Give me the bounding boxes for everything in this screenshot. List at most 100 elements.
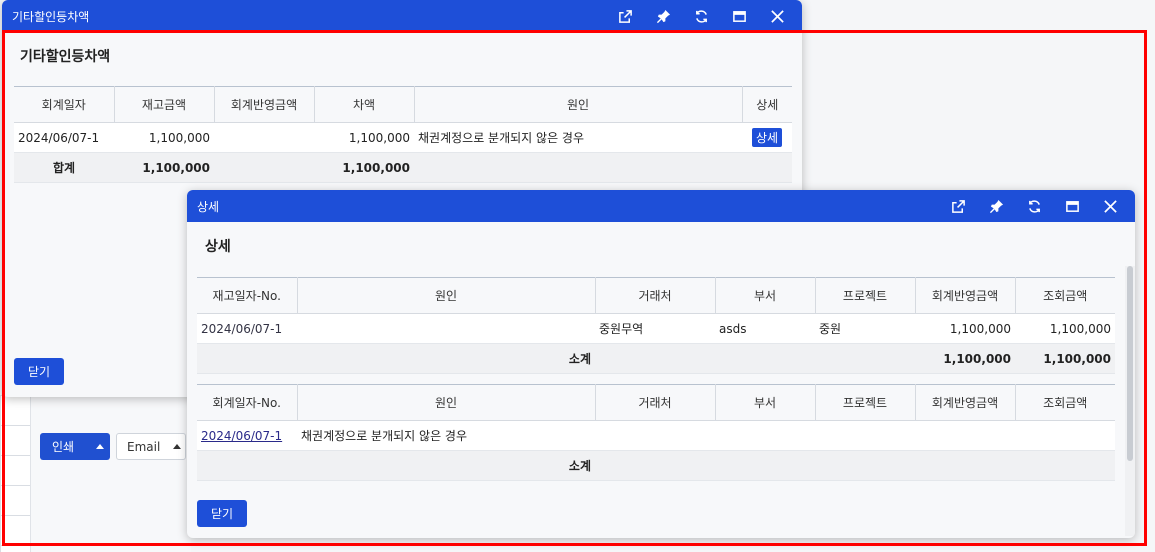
detail-table-stock: 재고일자-No. 원인 거래처 부서 프로젝트 회계반영금액 조회금액 2024… [197, 277, 1115, 374]
column-header[interactable]: 부서 [715, 277, 816, 314]
table-row[interactable]: 2024/06/07-1 중원무역 asds 중원 1,100,000 1,10… [197, 313, 1115, 344]
subtotal-acct: 1,100,000 [915, 343, 1015, 374]
cell-date: 2024/06/07-1 [14, 122, 114, 153]
column-header[interactable]: 상세 [742, 86, 792, 123]
subtotal-label: 소계 [297, 450, 595, 481]
cell-query-amount [1015, 420, 1115, 451]
column-header[interactable]: 재고일자-No. [197, 277, 298, 314]
column-header[interactable]: 프로젝트 [815, 384, 916, 421]
caret-up-icon[interactable] [173, 444, 181, 449]
subtotal-cell [197, 450, 297, 481]
email-button[interactable]: Email [116, 433, 186, 460]
table-header: 회계일자 재고금액 회계반영금액 차액 원인 상세 [14, 86, 792, 123]
refresh-icon[interactable] [1015, 190, 1053, 222]
column-header[interactable]: 조회금액 [1015, 277, 1115, 314]
column-header[interactable]: 거래처 [595, 384, 716, 421]
cell-diff: 1,100,000 [314, 122, 414, 153]
cell-date: 2024/06/07-1 [197, 313, 297, 344]
cell-query-amount: 1,100,000 [1015, 313, 1115, 344]
column-header[interactable]: 회계일자 [14, 86, 115, 123]
column-header[interactable]: 부서 [715, 384, 816, 421]
cell-reason [297, 313, 595, 344]
column-header[interactable]: 재고금액 [114, 86, 215, 123]
pin-icon[interactable] [977, 190, 1015, 222]
cell-acct-amount [214, 122, 314, 153]
refresh-icon[interactable] [682, 0, 720, 32]
detail-button[interactable]: 상세 [751, 128, 783, 147]
cell-reason: 채권계정으로 분개되지 않은 경우 [297, 420, 595, 451]
column-header[interactable]: 조회금액 [1015, 384, 1115, 421]
date-link[interactable]: 2024/06/07-1 [201, 429, 282, 443]
column-header[interactable]: 원인 [297, 384, 596, 421]
pin-icon[interactable] [644, 0, 682, 32]
subtotal-cell [1015, 450, 1115, 481]
cell-project: 중원 [815, 313, 915, 344]
close-icon[interactable] [1091, 190, 1129, 222]
popout-icon[interactable] [939, 190, 977, 222]
background-grid [0, 395, 30, 552]
column-header[interactable]: 원인 [297, 277, 596, 314]
print-button-label: 인쇄 [52, 440, 75, 454]
window-titlebar[interactable]: 기타할인등차액 [2, 0, 802, 32]
panel-title: 기타할인등차액 [20, 49, 111, 65]
total-detail [742, 152, 792, 183]
total-reason [414, 152, 742, 183]
cell-acct-amount [915, 420, 1015, 451]
subtotal-cell [715, 450, 815, 481]
window-controls [606, 0, 796, 32]
panel-title: 상세 [205, 239, 231, 255]
total-acct [214, 152, 314, 183]
column-header[interactable]: 회계일자-No. [197, 384, 298, 421]
maximize-icon[interactable] [720, 0, 758, 32]
popout-icon[interactable] [606, 0, 644, 32]
subtotal-cell [595, 343, 715, 374]
table-header: 재고일자-No. 원인 거래처 부서 프로젝트 회계반영금액 조회금액 [197, 277, 1115, 314]
subtotal-cell [715, 343, 815, 374]
column-header[interactable]: 회계반영금액 [915, 384, 1016, 421]
subtotal-row: 소계 1,100,000 1,100,000 [197, 343, 1115, 374]
table-row[interactable]: 2024/06/07-1 1,100,000 1,100,000 채권계정으로 … [14, 122, 792, 153]
cell-date-link[interactable]: 2024/06/07-1 [197, 420, 297, 451]
cell-client: 중원무역 [595, 313, 715, 344]
caret-up-icon[interactable] [96, 444, 104, 449]
cell-detail: 상세 [742, 122, 792, 153]
total-row: 합계 1,100,000 1,100,000 [14, 152, 792, 183]
column-header[interactable]: 차액 [314, 86, 415, 123]
print-button[interactable]: 인쇄 [40, 433, 110, 460]
scrollbar-thumb[interactable] [1127, 266, 1133, 461]
cell-acct-amount: 1,100,000 [915, 313, 1015, 344]
subtotal-query: 1,100,000 [1015, 343, 1115, 374]
column-header[interactable]: 원인 [414, 86, 743, 123]
total-diff: 1,100,000 [314, 152, 414, 183]
column-header[interactable]: 회계반영금액 [214, 86, 315, 123]
vertical-scrollbar[interactable] [1125, 266, 1135, 536]
subtotal-label: 소계 [297, 343, 595, 374]
diff-table: 회계일자 재고금액 회계반영금액 차액 원인 상세 2024/06/07-1 1… [14, 86, 792, 183]
subtotal-cell [815, 343, 915, 374]
column-header[interactable]: 프로젝트 [815, 277, 916, 314]
cell-dept [715, 420, 815, 451]
subtotal-row: 소계 [197, 450, 1115, 481]
table-header: 회계일자-No. 원인 거래처 부서 프로젝트 회계반영금액 조회금액 [197, 384, 1115, 421]
cell-reason: 채권계정으로 분개되지 않은 경우 [414, 122, 742, 153]
window-title: 기타할인등차액 [12, 9, 90, 24]
column-header[interactable]: 거래처 [595, 277, 716, 314]
maximize-icon[interactable] [1053, 190, 1091, 222]
detail-table-accounting: 회계일자-No. 원인 거래처 부서 프로젝트 회계반영금액 조회금액 2024… [197, 384, 1115, 481]
close-button[interactable]: 닫기 [197, 500, 247, 527]
email-button-label: Email [127, 439, 161, 454]
table-row[interactable]: 2024/06/07-1 채권계정으로 분개되지 않은 경우 [197, 420, 1115, 451]
total-label: 합계 [14, 152, 114, 183]
window-titlebar[interactable]: 상세 [187, 190, 1135, 222]
cell-client [595, 420, 715, 451]
cell-dept: asds [715, 313, 815, 344]
column-header[interactable]: 회계반영금액 [915, 277, 1016, 314]
cell-project [815, 420, 915, 451]
subtotal-cell [595, 450, 715, 481]
close-button[interactable]: 닫기 [14, 358, 64, 385]
subtotal-cell [815, 450, 915, 481]
subtotal-cell [197, 343, 297, 374]
background-panel [30, 395, 191, 552]
close-icon[interactable] [758, 0, 796, 32]
cell-stock-amount: 1,100,000 [114, 122, 214, 153]
